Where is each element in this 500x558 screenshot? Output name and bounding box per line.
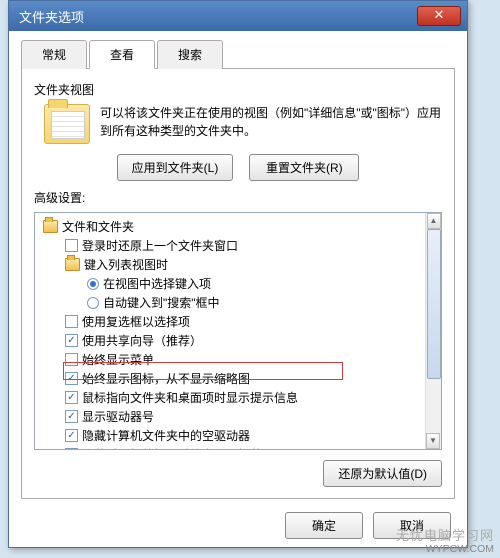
tree-item[interactable]: 使用共享向导（推荐） [39,331,437,350]
tree-item[interactable]: 鼠标指向文件夹和桌面项时显示提示信息 [39,388,437,407]
cancel-button[interactable]: 取消 [373,512,451,539]
titlebar: 文件夹选项 ✕ [9,1,467,31]
tree-group-files-folders: 文件和文件夹 [39,217,437,236]
folder-icon [44,104,90,144]
scroll-down-button[interactable]: ▼ [426,433,440,449]
tree-item[interactable]: 登录时还原上一个文件夹窗口 [39,236,437,255]
checkbox-icon[interactable] [65,334,78,347]
checkbox-icon[interactable] [65,410,78,423]
tab-general[interactable]: 常规 [21,40,87,69]
tab-search[interactable]: 搜索 [157,40,223,69]
checkbox-icon[interactable] [65,448,78,450]
folder-views-description: 可以将该文件夹正在使用的视图（例如"详细信息"或"图标"）应用到所有这种类型的文… [100,104,442,140]
folder-icon [65,258,80,271]
tree-item[interactable]: 始终显示菜单 [39,350,437,369]
content-area: 常规 查看 搜索 文件夹视图 可以将该文件夹正在使用的视图（例如"详细信息"或"… [9,31,467,507]
scroll-up-button[interactable]: ▲ [427,213,441,229]
checkbox-icon[interactable] [65,315,78,328]
checkbox-icon[interactable] [65,239,78,252]
dialog-window: 文件夹选项 ✕ 常规 查看 搜索 文件夹视图 可以将该文件夹正在使用的视图（例如… [8,0,468,548]
radio-icon[interactable] [87,278,99,290]
restore-defaults-button[interactable]: 还原为默认值(D) [323,460,442,487]
scroll-thumb[interactable] [427,229,441,379]
checkbox-icon[interactable] [65,372,78,385]
checkbox-icon[interactable] [65,429,78,442]
tab-view[interactable]: 查看 [89,40,155,69]
radio-icon[interactable] [87,297,99,309]
tab-panel-view: 文件夹视图 可以将该文件夹正在使用的视图（例如"详细信息"或"图标"）应用到所有… [21,69,455,499]
dialog-buttons: 确定 取消 [285,512,451,539]
checkbox-icon[interactable] [65,353,78,366]
tree-item[interactable]: 隐藏计算机文件夹中的空驱动器 [39,426,437,445]
tree-item[interactable]: 自动键入到"搜索"框中 [39,293,437,312]
scrollbar[interactable]: ▲ ▼ [425,213,441,449]
tree-item[interactable]: 在视图中选择键入项 [39,274,437,293]
tree-item[interactable]: 隐藏受保护的操作系统文件（推荐） [39,445,437,450]
advanced-settings-tree[interactable]: 文件和文件夹 登录时还原上一个文件夹窗口 键入列表视图时 在视图中选择键入项 自… [34,212,442,450]
folder-icon [43,220,58,233]
close-button[interactable]: ✕ [417,6,461,26]
tree-item[interactable]: 使用复选框以选择项 [39,312,437,331]
tree-item[interactable]: 显示驱动器号 [39,407,437,426]
tree-group-typing: 键入列表视图时 [39,255,437,274]
checkbox-icon[interactable] [65,391,78,404]
section-folder-views: 文件夹视图 [34,81,442,98]
window-title: 文件夹选项 [15,7,417,26]
tree-item-show-icons-never-thumbnails[interactable]: 始终显示图标，从不显示缩略图 [39,369,437,388]
tab-strip: 常规 查看 搜索 [21,39,455,69]
reset-folders-button[interactable]: 重置文件夹(R) [249,154,359,181]
section-advanced: 高级设置: [34,189,442,206]
ok-button[interactable]: 确定 [285,512,363,539]
apply-to-folders-button[interactable]: 应用到文件夹(L) [117,154,234,181]
